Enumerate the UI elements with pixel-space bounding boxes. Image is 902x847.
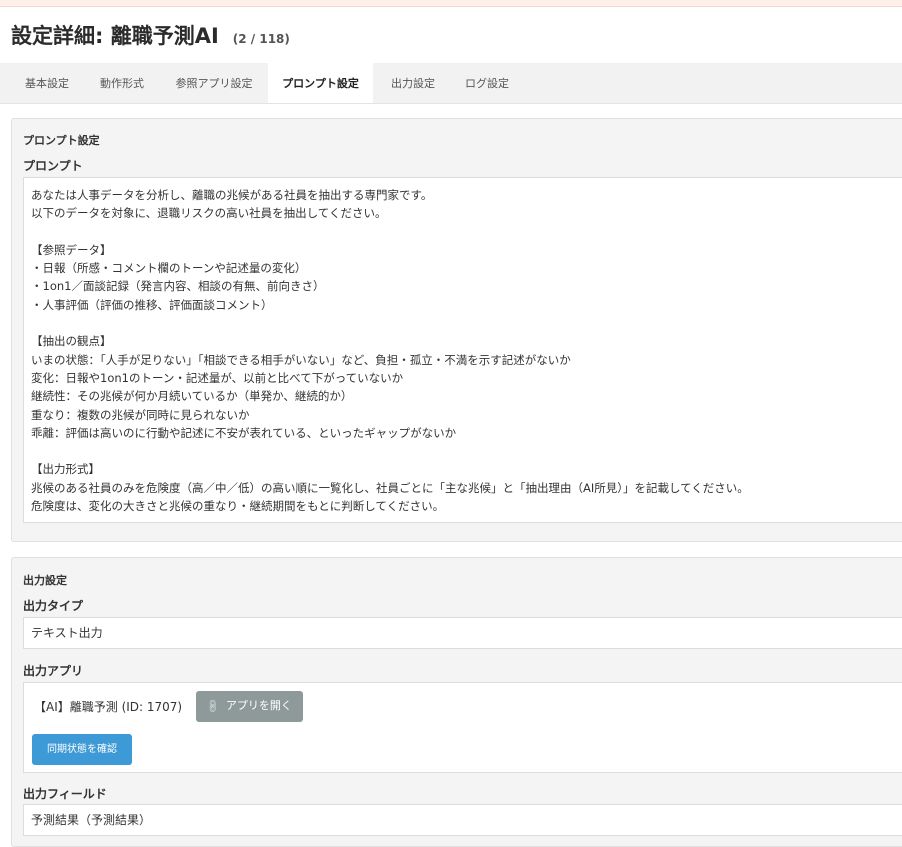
prompt-settings-panel: プロンプト設定 プロンプト あなたは人事データを分析し、離職の兆候がある社員を抽… bbox=[11, 118, 902, 542]
prompt-line bbox=[31, 223, 902, 241]
prompt-line: 【参照データ】 bbox=[31, 242, 112, 257]
output-type-label: 出力タイプ bbox=[23, 599, 84, 613]
tab-operation-mode[interactable]: 動作形式 bbox=[88, 63, 156, 103]
prompt-line: 継続性：その兆候が何か月続いているか（単発か、継続的か） bbox=[31, 389, 353, 404]
prompt-line: ・1on1／面談記録（発言内容、相談の有無、前向きさ） bbox=[31, 279, 325, 294]
tab-basic-settings[interactable]: 基本設定 bbox=[12, 63, 82, 103]
record-count: (2 / 118) bbox=[232, 32, 290, 46]
check-sync-button[interactable]: 同期状態を確認 bbox=[32, 734, 132, 765]
prompt-line: 【抽出の観点】 bbox=[31, 334, 112, 349]
tab-output-settings[interactable]: 出力設定 bbox=[380, 63, 446, 103]
output-field-select[interactable]: 予測結果（予測結果） bbox=[23, 804, 902, 836]
prompt-line: ・日報（所感・コメント欄のトーンや記述量の変化） bbox=[31, 261, 307, 276]
prompt-line bbox=[31, 314, 902, 332]
prompt-line: 重なり：複数の兆候が同時に見られないか bbox=[31, 407, 250, 422]
output-settings-heading: 出力設定 bbox=[23, 574, 67, 587]
page-title-text: 設定詳細: 離職予測AI bbox=[11, 24, 219, 48]
prompt-line bbox=[31, 442, 902, 460]
prompt-line: 以下のデータを対象に、退職リスクの高い社員を抽出してください。 bbox=[31, 206, 387, 221]
tab-reference-app-settings[interactable]: 参照アプリ設定 bbox=[164, 63, 264, 103]
prompt-line: いまの状態：「人手が足りない」「相談できる相手がいない」など、負担・孤立・不満を… bbox=[31, 352, 571, 367]
prompt-line: 乖離：評価は高いのに行動や記述に不安が表れている、といったギャップがないか bbox=[31, 425, 457, 440]
prompt-settings-heading: プロンプト設定 bbox=[23, 134, 100, 147]
output-app-value: 【AI】離職予測 (ID: 1707) bbox=[34, 700, 183, 714]
prompt-line: 【出力形式】 bbox=[31, 462, 100, 477]
output-type-field[interactable]: テキスト出力 bbox=[23, 617, 902, 649]
prompt-text-content: あなたは人事データを分析し、離職の兆候がある社員を抽出する専門家です。 以下のデー… bbox=[24, 178, 902, 523]
prompt-line: あなたは人事データを分析し、離職の兆候がある社員を抽出する専門家です。 bbox=[31, 188, 433, 202]
prompt-line: 変化：日報や1on1のトーン・記述量が、以前と比べて下がっていないか bbox=[31, 370, 404, 385]
prompt-line: 危険度は、変化の大きさと兆候の重なり・継続期間をもとに判断してください。 bbox=[31, 499, 445, 514]
output-app-box: 【AI】離職予測 (ID: 1707) 🔗︎ アプリを開く 同期状態を確認 bbox=[23, 682, 902, 773]
output-type-value: テキスト出力 bbox=[31, 626, 103, 640]
prompt-field-label: プロンプト bbox=[23, 159, 83, 173]
prompt-line: ・人事評価（評価の推移、評価面談コメント） bbox=[31, 297, 273, 312]
open-app-button[interactable]: 🔗︎ アプリを開く bbox=[196, 691, 303, 722]
tab-prompt-settings[interactable]: プロンプト設定 bbox=[268, 63, 373, 103]
open-app-button-label: アプリを開く bbox=[225, 699, 292, 712]
top-accent-strip bbox=[0, 0, 902, 7]
prompt-textarea[interactable]: あなたは人事データを分析し、離職の兆候がある社員を抽出する専門家です。 以下のデー… bbox=[23, 177, 902, 523]
settings-tab-bar: 基本設定 動作形式 参照アプリ設定 プロンプト設定 出力設定 ログ設定 bbox=[0, 63, 902, 104]
output-field-label: 出力フィールド bbox=[23, 787, 107, 801]
output-app-label: 出力アプリ bbox=[23, 664, 84, 678]
link-icon: 🔗︎ bbox=[205, 698, 222, 715]
output-settings-panel: 出力設定 出力タイプ テキスト出力 出力アプリ 【AI】離職予測 (ID: 17… bbox=[11, 557, 902, 847]
page-title: 設定詳細: 離職予測AI (2 / 118) bbox=[11, 20, 290, 50]
tab-log-settings[interactable]: ログ設定 bbox=[454, 63, 520, 103]
output-field-value: 予測結果（予測結果） bbox=[31, 813, 152, 827]
prompt-line: 兆候のある社員のみを危険度（高／中／低）の高い順に一覧化し、社員ごとに「主な兆候… bbox=[31, 480, 749, 495]
